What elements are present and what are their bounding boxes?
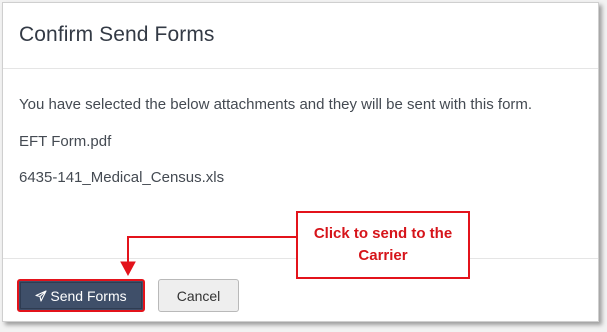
attachment-item: 6435-141_Medical_Census.xls (19, 169, 225, 186)
callout-line-1: Click to send to the (313, 225, 453, 242)
annotation-callout: Click to send to the Carrier (296, 211, 470, 279)
attachments-intro-text: You have selected the below attachments … (19, 96, 533, 113)
send-forms-button[interactable]: Send Forms (17, 279, 145, 312)
callout-line-2: Carrier (358, 247, 408, 264)
dialog-header: Confirm Send Forms (3, 3, 598, 69)
dialog-title: Confirm Send Forms (19, 23, 215, 46)
screenshot-stage: Confirm Send Forms You have selected the… (0, 0, 607, 332)
paper-plane-icon (35, 289, 47, 302)
attachment-item: EFT Form.pdf (19, 133, 112, 150)
send-forms-label: Send Forms (50, 287, 127, 304)
cancel-button[interactable]: Cancel (158, 279, 239, 312)
